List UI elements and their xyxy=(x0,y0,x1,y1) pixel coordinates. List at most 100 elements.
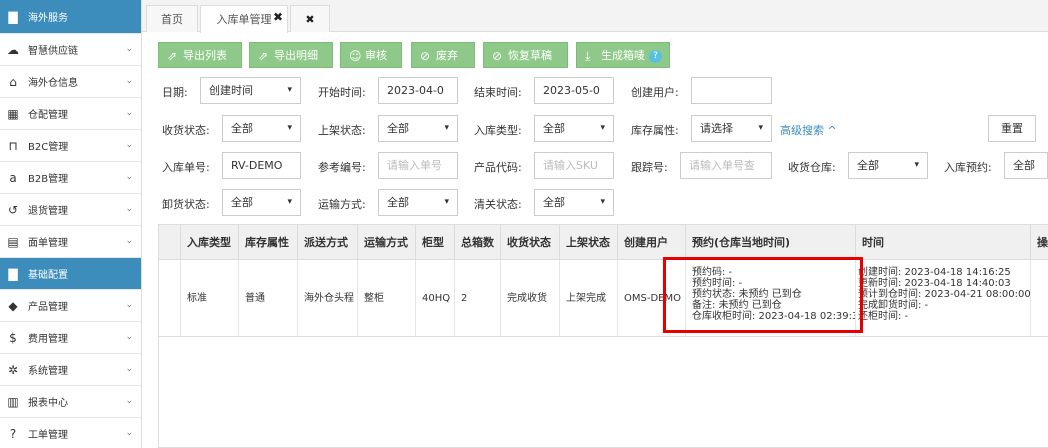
discard-button[interactable]: ⊘ 废弃 xyxy=(411,42,475,68)
dollar-icon: $ xyxy=(9,330,17,345)
cloud-icon: ☁ xyxy=(7,42,19,57)
sidebar-item-label: 智慧供应链 xyxy=(28,46,78,57)
header-cell: 入库类型 xyxy=(181,225,239,260)
advanced-search-link[interactable]: 高级搜索 ^ xyxy=(780,122,837,138)
header-cell: 收货状态 xyxy=(501,225,560,260)
chevron-down-icon: ⌄ xyxy=(125,140,133,150)
inbound-table: 入库类型 库存属性 派送方式 运输方式 柜型 总箱数 收货状态 上架状态 创建用… xyxy=(158,224,1048,448)
sidebar-item-label: 海外仓信息 xyxy=(28,78,78,89)
close-icon: ✖ xyxy=(305,13,315,26)
sidebar-item-label: B2B管理 xyxy=(28,174,69,185)
export-detail-button[interactable]: ⇗ 导出明细 xyxy=(249,42,333,68)
sku-label: 产品代码: xyxy=(474,161,522,174)
restore-draft-button[interactable]: ⊘ 恢复草稿 xyxy=(483,42,568,68)
sidebar-item-labels[interactable]: ▤ 面单管理 ⌄ xyxy=(0,226,141,258)
undo-icon: ↺ xyxy=(7,202,19,217)
sidebar-item-label: 费用管理 xyxy=(28,334,68,345)
start-time-input[interactable]: 2023-04-0 xyxy=(378,77,458,104)
export-icon: ⇗ xyxy=(258,49,269,63)
download-icon: ⤓ xyxy=(585,49,591,63)
warehouse-select[interactable]: 全部 xyxy=(848,152,928,179)
close-all-tabs-button[interactable]: ✖ xyxy=(290,5,330,32)
header-cell: 时间 xyxy=(856,225,1031,260)
inbound-type-label: 入库类型: xyxy=(474,124,522,137)
sidebar-item-label: 产品管理 xyxy=(28,302,68,313)
header-cell: 派送方式 xyxy=(298,225,358,260)
export-list-button[interactable]: ⇗ 导出列表 xyxy=(158,42,242,68)
sidebar-item-label: 基础配置 xyxy=(28,270,68,281)
chevron-down-icon: ⌄ xyxy=(125,428,133,438)
sidebar-item-tickets[interactable]: ? 工单管理 ⌄ xyxy=(0,418,141,448)
header-cell: 库存属性 xyxy=(239,225,298,260)
sidebar-item-overseas-service[interactable]: ▇ 海外服务 xyxy=(0,0,141,34)
ban-icon: ⊘ xyxy=(492,49,503,63)
sidebar-item-returns[interactable]: ↺ 退货管理 ⌄ xyxy=(0,194,141,226)
sidebar-item-b2c[interactable]: ⊓ B2C管理 ⌄ xyxy=(0,130,141,162)
creator-label: 创建用户: xyxy=(631,86,679,99)
table-cell: 完成收货 xyxy=(501,260,560,337)
close-icon[interactable]: ✖ xyxy=(273,4,283,31)
date-type-select[interactable]: 创建时间 xyxy=(200,77,301,104)
table-cell: 40HQ xyxy=(416,260,455,337)
reset-button[interactable]: 重置 xyxy=(988,115,1036,142)
chevron-down-icon: ⌄ xyxy=(125,76,133,86)
unload-status-select[interactable]: 全部 xyxy=(222,189,301,216)
review-button[interactable]: ☺ 审核 xyxy=(340,42,402,68)
tab-bar: 首页 入库单管理 ✖ ✖ xyxy=(142,0,1048,33)
shelf-status-select[interactable]: 全部 xyxy=(378,115,458,142)
sidebar-item-b2b[interactable]: a B2B管理 ⌄ xyxy=(0,162,141,194)
tracking-input[interactable]: 请输入单号查 xyxy=(680,152,772,179)
cart-icon: ⊓ xyxy=(8,138,18,153)
button-label: 导出列表 xyxy=(183,49,227,62)
table-cell: 整柜 xyxy=(358,260,416,337)
sidebar-item-products[interactable]: ◆ 产品管理 ⌄ xyxy=(0,290,141,322)
action-cell[interactable] xyxy=(1031,260,1048,337)
time-line: 完成卸货时间: - xyxy=(858,300,929,311)
amazon-icon: a xyxy=(9,170,17,185)
button-label: 导出明细 xyxy=(274,49,318,62)
ban-icon: ⊘ xyxy=(420,49,431,63)
sidebar-item-basic-config[interactable]: ▇ 基础配置 xyxy=(0,258,141,290)
stock-attr-select[interactable]: 请选择 xyxy=(691,115,772,142)
sidebar-item-label: 报表中心 xyxy=(28,398,68,409)
button-label: 废弃 xyxy=(436,49,458,62)
customs-label: 清关状态: xyxy=(474,198,522,211)
customs-select[interactable]: 全部 xyxy=(534,189,614,216)
table-cell: 2 xyxy=(455,260,501,337)
tab-inbound-orders[interactable]: 入库单管理 ✖ xyxy=(200,5,288,33)
ref-no-input[interactable]: 请输入单号 xyxy=(378,152,458,179)
header-cell: 总箱数 xyxy=(455,225,501,260)
inbound-no-label: 入库单号: xyxy=(162,161,210,174)
sidebar-item-fulfillment[interactable]: ▦ 仓配管理 ⌄ xyxy=(0,98,141,130)
sidebar-item-system[interactable]: ✲ 系统管理 ⌄ xyxy=(0,354,141,386)
tag-icon: ◆ xyxy=(8,298,18,313)
chevron-down-icon: ⌄ xyxy=(125,236,133,246)
time-line: 更新时间: 2023-04-18 14:40:03 xyxy=(858,278,1011,289)
sidebar-item-label: B2C管理 xyxy=(28,142,69,153)
generate-box-label-button[interactable]: ⤓ 生成箱唛? xyxy=(576,42,670,68)
receive-status-select[interactable]: 全部 xyxy=(222,115,301,142)
button-label: 恢复草稿 xyxy=(508,49,552,62)
appointment-select[interactable]: 全部 xyxy=(1004,152,1048,179)
sidebar: ▇ 海外服务 ☁ 智慧供应链 ⌄ ⌂ 海外仓信息 ⌄ ▦ 仓配管理 ⌄ ⊓ B2C管理 ⌄ a B2… xyxy=(0,0,142,448)
transport-select[interactable]: 全部 xyxy=(378,189,458,216)
creator-input[interactable] xyxy=(691,77,772,104)
inbound-type-select[interactable]: 全部 xyxy=(534,115,614,142)
inbound-no-input[interactable]: RV-DEMO xyxy=(222,152,301,179)
help-icon[interactable]: ? xyxy=(649,49,662,63)
header-cell: 预约(仓库当地时间) xyxy=(686,225,856,260)
table-cell-spacer xyxy=(159,260,181,337)
time-line: 还柜时间: - xyxy=(858,311,909,322)
sku-input[interactable]: 请输入SKU xyxy=(534,152,614,179)
tab-home[interactable]: 首页 xyxy=(146,5,198,32)
sidebar-item-supply-chain[interactable]: ☁ 智慧供应链 ⌄ xyxy=(0,34,141,66)
table-cell: 上架完成 xyxy=(560,260,618,337)
stock-attr-label: 库存属性: xyxy=(631,124,679,137)
sidebar-item-warehouse-info[interactable]: ⌂ 海外仓信息 ⌄ xyxy=(0,66,141,98)
sidebar-item-reports[interactable]: ▥ 报表中心 ⌄ xyxy=(0,386,141,418)
end-time-input[interactable]: 2023-05-0 xyxy=(534,77,614,104)
sidebar-item-fees[interactable]: $ 费用管理 ⌄ xyxy=(0,322,141,354)
document-icon: ▤ xyxy=(7,234,19,249)
tab-label: 入库单管理 xyxy=(216,13,272,26)
header-cell: 操 xyxy=(1031,225,1048,260)
